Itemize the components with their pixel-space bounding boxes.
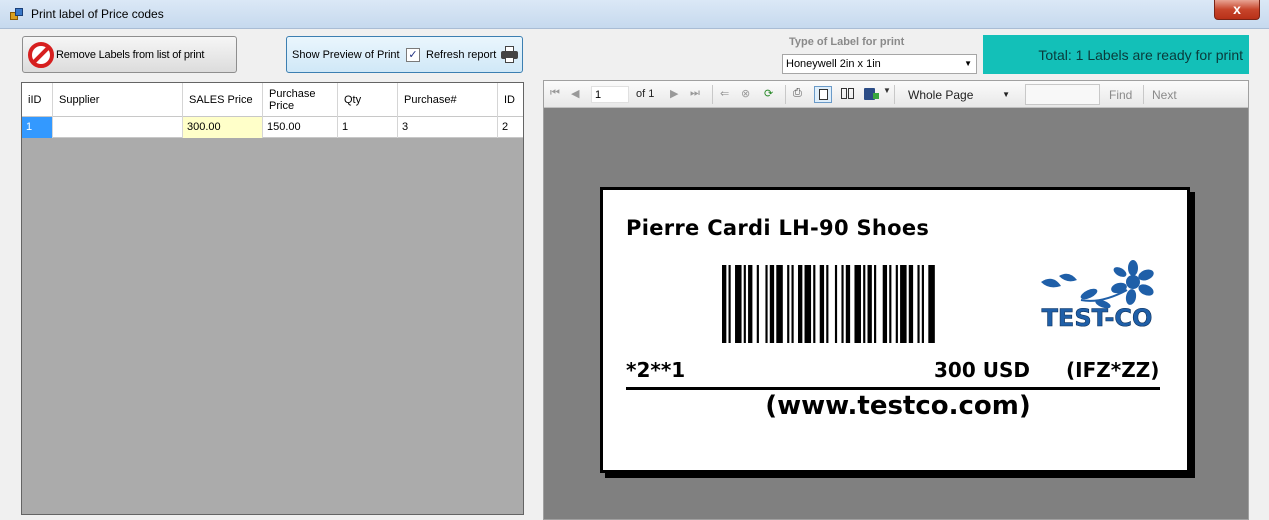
previous-page-icon[interactable]: ◀: [571, 87, 579, 100]
page-count-label: of 1: [636, 88, 655, 100]
app-icon: [10, 8, 24, 21]
export-icon[interactable]: ▼: [863, 86, 891, 103]
label-price: 300 USD: [934, 358, 1030, 382]
barcode: [722, 265, 935, 343]
show-preview-label: Show Preview of Print: [292, 49, 400, 61]
label-type-value: Honeywell 2in x 1in: [786, 58, 881, 70]
remove-labels-button[interactable]: Remove Labels from list of print: [22, 36, 237, 73]
grid-header: iID Supplier SALES Price Purchase Price …: [22, 83, 523, 117]
refresh-icon[interactable]: ⟳: [764, 87, 773, 100]
column-header-id[interactable]: ID: [498, 83, 523, 117]
company-logo: TEST-CO: [1041, 260, 1154, 332]
chevron-down-icon: ▼: [964, 59, 972, 68]
total-status: Total: 1 Labels are ready for print: [983, 35, 1249, 74]
cell-id[interactable]: 2: [498, 117, 523, 138]
no-entry-icon: [28, 42, 54, 68]
find-button[interactable]: Find: [1109, 88, 1132, 102]
print-layout-icon[interactable]: [814, 86, 832, 103]
remove-labels-label: Remove Labels from list of print: [56, 49, 205, 61]
label-code-right: (IFZ*ZZ): [1066, 358, 1160, 382]
product-title: Pierre Cardi LH-90 Shoes: [626, 216, 930, 240]
column-header-sales-price[interactable]: SALES Price: [183, 83, 263, 117]
column-header-iid[interactable]: iID: [22, 83, 53, 117]
printer-icon[interactable]: [501, 46, 518, 63]
label-code-left: *2**1: [626, 358, 686, 382]
window-title: Print label of Price codes: [31, 7, 164, 21]
back-icon[interactable]: ⇐: [720, 87, 729, 100]
report-viewer[interactable]: ⏮ ◀ 1 of 1 ▶ ⏭ ⇐ ⊗ ⟳ ⎙ ▼ Whole Page ▼ Fi…: [543, 80, 1249, 520]
page-number-input[interactable]: 1: [591, 86, 629, 103]
last-page-icon[interactable]: ⏭: [690, 87, 700, 100]
cell-supplier[interactable]: [53, 117, 183, 138]
chevron-down-icon: ▼: [1002, 90, 1010, 99]
table-row[interactable]: 1 300.00 150.00 1 3 2: [22, 117, 523, 138]
cell-purchase-no[interactable]: 3: [398, 117, 498, 138]
report-toolbar: ⏮ ◀ 1 of 1 ▶ ⏭ ⇐ ⊗ ⟳ ⎙ ▼ Whole Page ▼ Fi…: [544, 81, 1248, 108]
price-label-preview: Pierre Cardi LH-90 Shoes TEST-CO *2**1 3…: [600, 187, 1190, 473]
label-url: (www.testco.com): [765, 391, 1031, 421]
page-setup-icon[interactable]: [839, 86, 857, 103]
find-next-button[interactable]: Next: [1152, 88, 1177, 102]
column-header-qty[interactable]: Qty: [338, 83, 398, 117]
label-type-select[interactable]: Honeywell 2in x 1in ▼: [782, 54, 977, 74]
stop-icon[interactable]: ⊗: [741, 87, 750, 100]
cell-iid[interactable]: 1: [22, 117, 53, 138]
divider: [626, 387, 1160, 390]
title-bar: Print label of Price codes x: [0, 0, 1269, 29]
print-report-icon[interactable]: ⎙: [793, 87, 802, 100]
column-header-purchase-price[interactable]: Purchase Price: [263, 83, 338, 117]
cell-purchase-price[interactable]: 150.00: [263, 117, 338, 138]
labels-grid[interactable]: iID Supplier SALES Price Purchase Price …: [21, 82, 524, 515]
column-header-supplier[interactable]: Supplier: [53, 83, 183, 117]
first-page-icon[interactable]: ⏮: [550, 87, 560, 100]
next-page-icon[interactable]: ▶: [670, 87, 678, 100]
refresh-report-checkbox[interactable]: ✓: [406, 48, 420, 62]
show-preview-button[interactable]: Show Preview of Print ✓ Refresh report: [286, 36, 523, 73]
cell-qty[interactable]: 1: [338, 117, 398, 138]
column-header-purchase-no[interactable]: Purchase#: [398, 83, 498, 117]
close-button[interactable]: x: [1214, 0, 1260, 20]
label-type-heading: Type of Label for print: [789, 36, 905, 48]
zoom-value: Whole Page: [908, 88, 974, 102]
cell-sales-price[interactable]: 300.00: [183, 117, 263, 138]
zoom-select[interactable]: Whole Page ▼: [904, 86, 1014, 104]
refresh-report-label: Refresh report: [426, 49, 497, 61]
logo-text: TEST-CO: [1042, 304, 1153, 332]
find-input[interactable]: [1025, 84, 1100, 105]
